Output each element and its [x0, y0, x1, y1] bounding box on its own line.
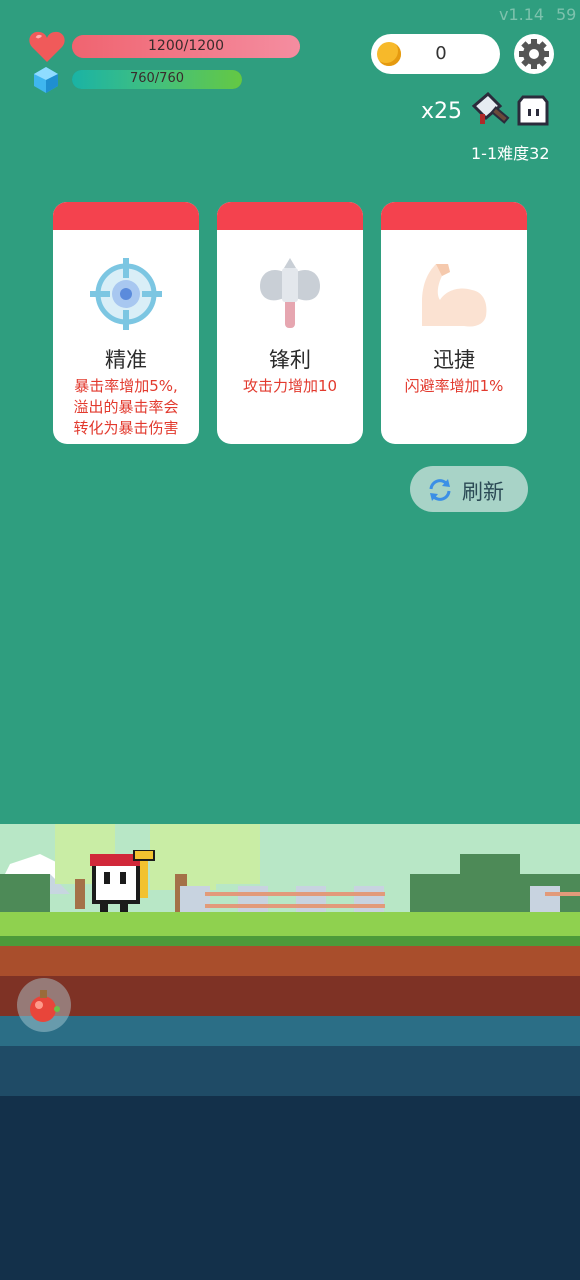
card-desc-line: 转化为暴击伤害 — [73, 419, 179, 437]
crystal-icon — [33, 66, 59, 94]
card-desc-line: 溢出的暴击率会 — [73, 398, 179, 416]
target-icon — [86, 254, 166, 334]
upgrade-card-precision[interactable]: 精准 暴击率增加5%, 溢出的暴击率会 转化为暴击伤害 — [53, 202, 199, 444]
coin-value: 0 — [435, 43, 447, 64]
refresh-label: 刷新 — [462, 480, 504, 504]
card-desc-line: 暴击率增加5%, — [74, 377, 178, 395]
fps-counter: 59 — [556, 5, 577, 24]
card-description: 攻击力增加10 — [223, 376, 357, 397]
refresh-icon — [429, 479, 451, 501]
hp-text: 1200/1200 — [148, 38, 224, 54]
ghost-icon[interactable] — [514, 92, 552, 130]
stage-label: 1-1难度32 — [471, 144, 550, 163]
version-label: v1.14 — [499, 5, 545, 24]
muscle-arm-icon — [414, 254, 494, 334]
refresh-button[interactable]: 刷新 — [410, 466, 528, 512]
card-desc-line: 闪避率增加1% — [404, 377, 504, 395]
card-header — [53, 202, 199, 230]
card-header — [217, 202, 363, 230]
card-header — [381, 202, 527, 230]
upgrade-card-sharp[interactable]: 锋利 攻击力增加10 — [217, 202, 363, 444]
gear-icon — [519, 39, 549, 69]
heart-icon — [28, 30, 66, 64]
card-title: 迅捷 — [433, 348, 475, 372]
player-character — [86, 849, 162, 914]
card-title: 精准 — [105, 348, 147, 372]
upgrade-card-agility[interactable]: 迅捷 闪避率增加1% — [381, 202, 527, 444]
mp-text: 760/760 — [129, 71, 184, 86]
hp-bar: 1200/1200 — [72, 35, 300, 58]
card-description: 暴击率增加5%, 溢出的暴击率会 转化为暴击伤害 — [59, 376, 193, 439]
multiplier-label: x25 — [421, 99, 463, 124]
game-scene — [0, 824, 580, 1280]
potion-icon — [30, 990, 60, 1022]
mp-bar: 760/760 — [72, 70, 242, 89]
axe-icon — [250, 254, 330, 334]
coin-counter: 0 — [371, 34, 500, 74]
card-title: 锋利 — [269, 348, 311, 372]
settings-button[interactable] — [514, 34, 554, 74]
cleaver-icon[interactable] — [470, 91, 512, 132]
potion-button[interactable] — [17, 978, 71, 1032]
card-desc-line: 攻击力增加10 — [242, 377, 338, 395]
coin-icon — [377, 42, 401, 66]
card-description: 闪避率增加1% — [387, 376, 521, 397]
